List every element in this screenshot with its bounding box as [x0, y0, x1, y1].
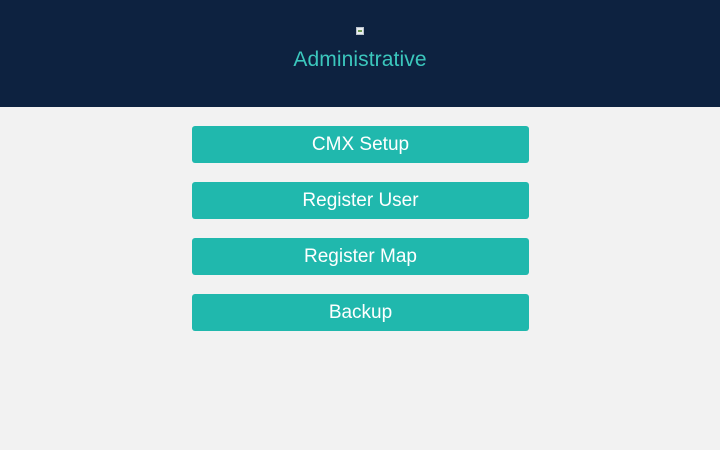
- register-map-button[interactable]: Register Map: [192, 238, 529, 275]
- broken-image-icon: [356, 27, 364, 35]
- cmx-setup-button[interactable]: CMX Setup: [192, 126, 529, 163]
- page-title: Administrative: [293, 48, 427, 71]
- admin-menu: CMX Setup Register User Register Map Bac…: [192, 126, 529, 350]
- register-user-button[interactable]: Register User: [192, 182, 529, 219]
- backup-button[interactable]: Backup: [192, 294, 529, 331]
- header-bar: Administrative: [0, 0, 720, 107]
